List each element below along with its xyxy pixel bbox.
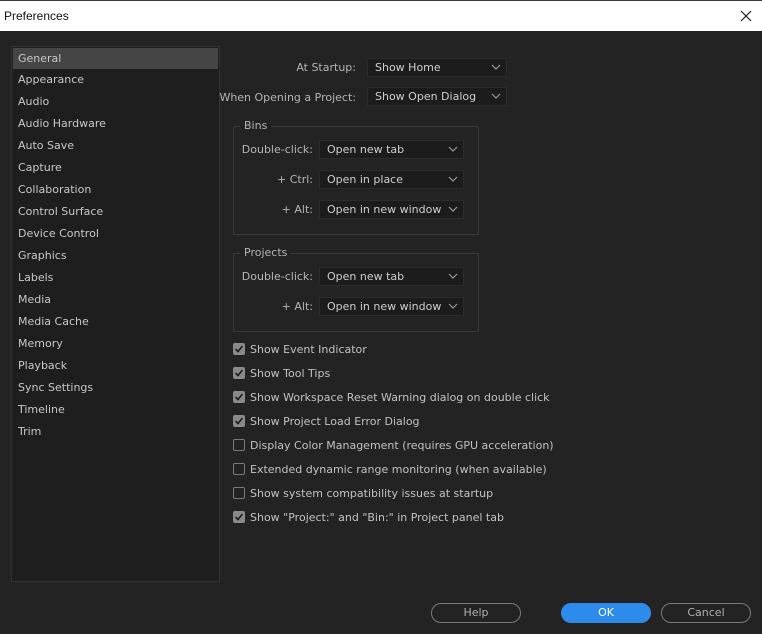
checkbox-label: Display Color Management (requires GPU a… [250,438,554,452]
sidebar-item-memory[interactable]: Memory [12,333,219,355]
at-startup-dropdown[interactable]: Show Home [367,58,507,77]
checkbox-label: Show Tool Tips [250,366,331,380]
when-opening-project-label: When Opening a Project: [219,91,356,104]
checkbox-label: Show Workspace Reset Warning dialog on d… [250,390,550,404]
checkbox-box[interactable] [233,511,245,523]
sidebar-item-media-cache[interactable]: Media Cache [12,311,219,333]
extended-dynamic-range-checkbox[interactable]: Extended dynamic range monitoring (when … [233,461,547,477]
sidebar-item-graphics[interactable]: Graphics [12,245,219,267]
at-startup-value: Show Home [375,61,441,74]
chevron-down-icon [491,64,501,70]
checkbox-box[interactable] [233,391,245,403]
at-startup-label: At Startup: [296,61,356,74]
help-button[interactable]: Help [431,603,521,623]
checkbox-label: Show Project Load Error Dialog [250,414,420,428]
title-bar: Preferences [0,0,762,31]
preferences-category-list: General Appearance Audio Audio Hardware … [11,46,220,582]
chevron-down-icon [448,303,458,309]
checkbox-box[interactable] [233,367,245,379]
checkbox-box[interactable] [233,463,245,475]
close-icon [740,10,752,22]
when-opening-project-value: Show Open Dialog [375,90,477,103]
when-opening-project-dropdown[interactable]: Show Open Dialog [367,87,507,106]
projects-double-click-value: Open new tab [327,270,405,283]
show-project-load-error-dialog-checkbox[interactable]: Show Project Load Error Dialog [233,413,420,429]
show-tool-tips-checkbox[interactable]: Show Tool Tips [233,365,330,381]
bins-group-title: Bins [240,119,272,132]
chevron-down-icon [491,93,501,99]
display-color-management-checkbox[interactable]: Display Color Management (requires GPU a… [233,437,554,453]
show-project-bin-in-tab-checkbox[interactable]: Show "Project:" and "Bin:" in Project pa… [233,509,504,525]
show-workspace-reset-warning-checkbox[interactable]: Show Workspace Reset Warning dialog on d… [233,389,550,405]
bins-double-click-dropdown[interactable]: Open new tab [319,140,464,159]
sidebar-item-device-control[interactable]: Device Control [12,223,219,245]
bins-alt-value: Open in new window [327,203,442,216]
checkbox-label: Show system compatibility issues at star… [250,486,494,500]
projects-alt-dropdown[interactable]: Open in new window [319,297,464,316]
sidebar-item-sync-settings[interactable]: Sync Settings [12,377,219,399]
checkmark-icon [234,513,244,521]
sidebar-item-auto-save[interactable]: Auto Save [12,135,219,157]
show-compatibility-issues-checkbox[interactable]: Show system compatibility issues at star… [233,485,493,501]
checkbox-box[interactable] [233,487,245,499]
bins-double-click-label: Double-click: [241,143,313,156]
checkbox-box[interactable] [233,415,245,427]
sidebar-item-media[interactable]: Media [12,289,219,311]
sidebar-item-trim[interactable]: Trim [12,421,219,443]
projects-alt-label: + Alt: [281,300,313,313]
chevron-down-icon [448,273,458,279]
checkbox-label: Extended dynamic range monitoring (when … [250,462,547,476]
checkbox-box[interactable] [233,439,245,451]
checkmark-icon [234,417,244,425]
sidebar-item-collaboration[interactable]: Collaboration [12,179,219,201]
sidebar-item-playback[interactable]: Playback [12,355,219,377]
sidebar-item-general[interactable]: General [13,48,218,69]
sidebar-item-audio[interactable]: Audio [12,91,219,113]
show-event-indicator-checkbox[interactable]: Show Event Indicator [233,341,367,357]
chevron-down-icon [448,206,458,212]
projects-group-title: Projects [240,246,292,259]
close-button[interactable] [734,4,758,28]
bins-ctrl-dropdown[interactable]: Open in place [319,170,464,189]
sidebar-item-control-surface[interactable]: Control Surface [12,201,219,223]
ok-button[interactable]: OK [561,603,651,623]
window-title: Preferences [4,9,69,23]
sidebar-item-labels[interactable]: Labels [12,267,219,289]
checkmark-icon [234,393,244,401]
bins-ctrl-value: Open in place [327,173,403,186]
checkbox-label: Show Event Indicator [250,342,367,356]
projects-alt-value: Open in new window [327,300,442,313]
projects-group: Projects [233,246,479,332]
sidebar-item-audio-hardware[interactable]: Audio Hardware [12,113,219,135]
checkmark-icon [234,345,244,353]
sidebar-item-capture[interactable]: Capture [12,157,219,179]
checkbox-label: Show "Project:" and "Bin:" in Project pa… [250,510,504,524]
sidebar-item-timeline[interactable]: Timeline [12,399,219,421]
projects-double-click-dropdown[interactable]: Open new tab [319,267,464,286]
sidebar-item-appearance[interactable]: Appearance [12,69,219,91]
checkmark-icon [234,369,244,377]
bins-double-click-value: Open new tab [327,143,405,156]
checkbox-box[interactable] [233,343,245,355]
bins-alt-label: + Alt: [281,203,313,216]
bins-ctrl-label: + Ctrl: [277,173,313,186]
bins-alt-dropdown[interactable]: Open in new window [319,200,464,219]
projects-double-click-label: Double-click: [241,270,313,283]
cancel-button[interactable]: Cancel [661,603,751,623]
chevron-down-icon [448,146,458,152]
chevron-down-icon [448,176,458,182]
